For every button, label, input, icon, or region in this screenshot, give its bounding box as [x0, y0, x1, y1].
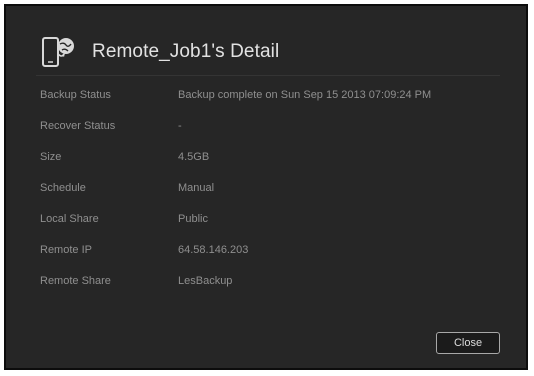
detail-value: 4.5GB: [178, 151, 210, 163]
dialog-header: Remote_Job1's Detail: [40, 32, 279, 72]
detail-row-recover-status: Recover Status -: [40, 113, 500, 144]
detail-value: Manual: [178, 182, 215, 194]
header-divider: [36, 75, 500, 76]
dialog-title: Remote_Job1's Detail: [92, 41, 280, 62]
detail-label: Remote Share: [40, 275, 111, 287]
detail-row-local-share: Local Share Public: [40, 206, 500, 237]
detail-row-backup-status: Backup Status Backup complete on Sun Sep…: [40, 82, 500, 113]
detail-row-remote-ip: Remote IP 64.58.146.203: [40, 237, 500, 268]
remote-backup-device-icon: [40, 32, 80, 72]
detail-row-remote-share: Remote Share LesBackup: [40, 268, 500, 299]
job-detail-dialog: Remote_Job1's Detail Backup Status Backu…: [4, 4, 528, 370]
detail-label: Recover Status: [40, 120, 116, 132]
detail-row-schedule: Schedule Manual: [40, 175, 500, 206]
detail-value: -: [178, 120, 182, 132]
detail-label: Schedule: [40, 182, 86, 194]
detail-label: Local Share: [40, 213, 99, 225]
close-button[interactable]: Close: [436, 332, 500, 354]
detail-value: Backup complete on Sun Sep 15 2013 07:09…: [178, 89, 432, 101]
detail-row-size: Size 4.5GB: [40, 144, 500, 175]
detail-label: Size: [40, 151, 62, 163]
detail-list: Backup Status Backup complete on Sun Sep…: [40, 82, 500, 299]
detail-value: Public: [178, 213, 208, 225]
detail-value: 64.58.146.203: [178, 244, 249, 256]
detail-label: Backup Status: [40, 89, 111, 101]
detail-value: LesBackup: [178, 275, 233, 287]
detail-label: Remote IP: [40, 244, 92, 256]
